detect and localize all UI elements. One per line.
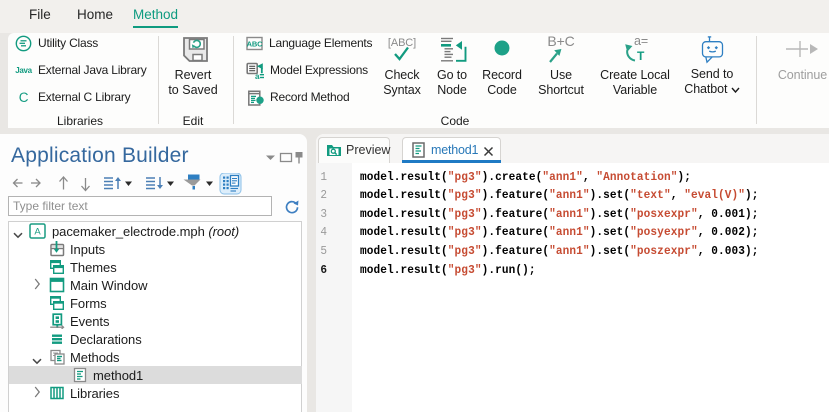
svg-text:a=: a= [634, 34, 648, 48]
svg-text:A: A [34, 227, 41, 238]
svg-text:a: a [255, 72, 260, 79]
svg-text:ABC: ABC [247, 40, 263, 49]
svg-text:B+C: B+C [547, 33, 574, 49]
svg-text:[ABC]: [ABC] [388, 37, 416, 49]
svg-text:T: T [637, 49, 645, 63]
